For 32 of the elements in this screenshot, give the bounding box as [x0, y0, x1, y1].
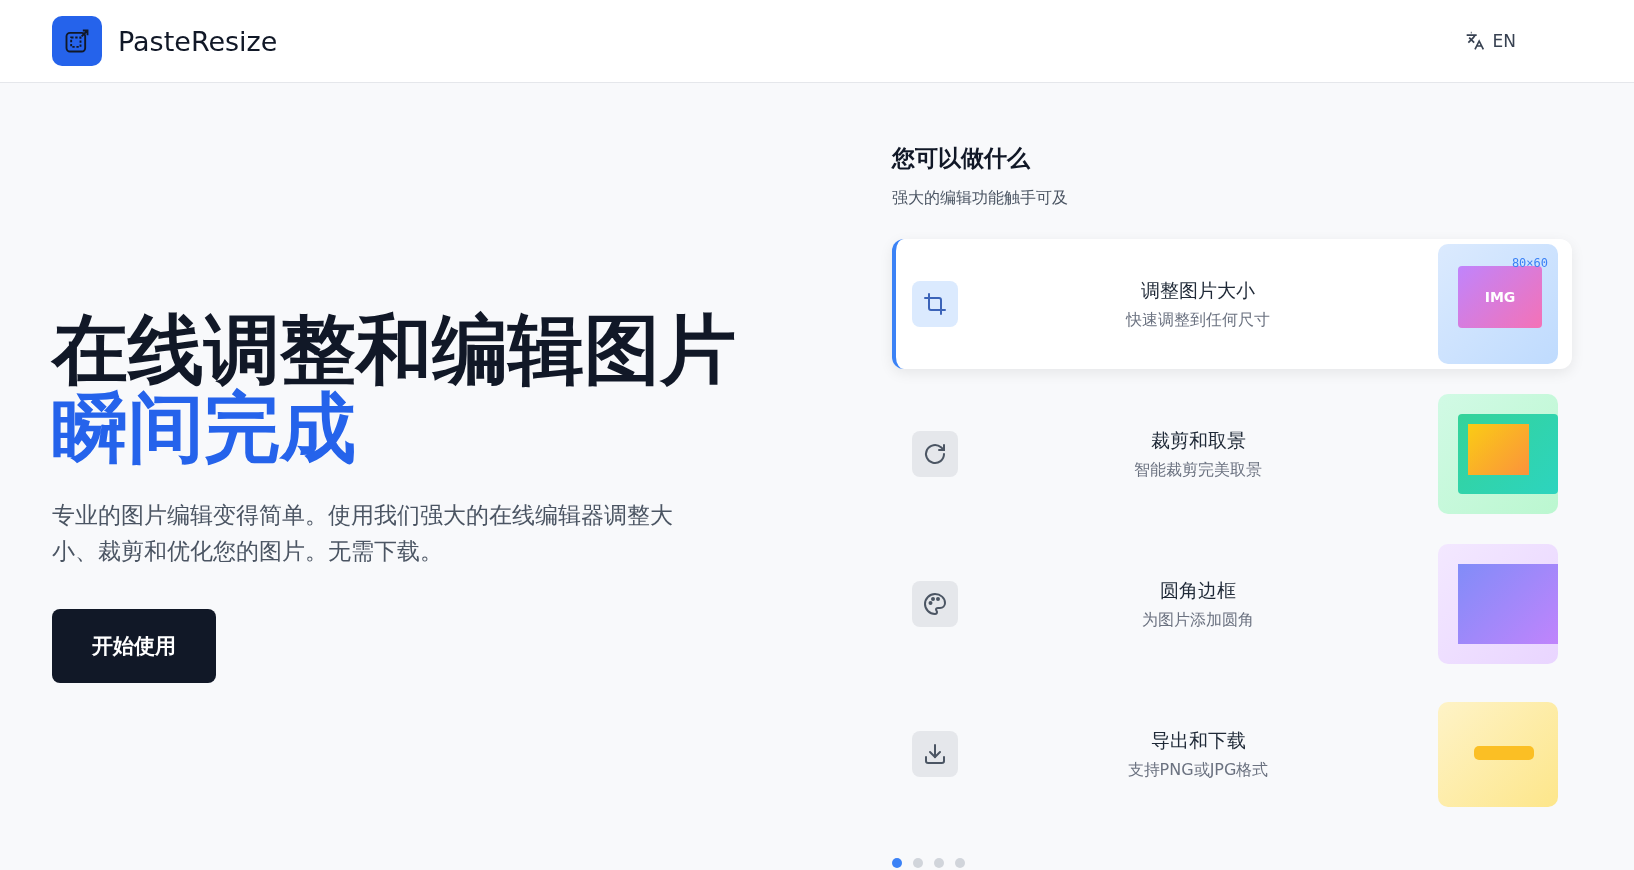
carousel-dot[interactable] — [934, 858, 944, 868]
hero-title: 在线调整和编辑图片 — [52, 310, 737, 389]
feature-subtitle: 支持PNG或JPG格式 — [1127, 759, 1269, 781]
brand-name: PasteResize — [118, 25, 278, 57]
feature-subtitle: 智能裁剪完美取景 — [1134, 459, 1262, 481]
feature-card[interactable]: 导出和下载 支持PNG或JPG格式 — [892, 689, 1572, 819]
crop-area — [1468, 424, 1529, 475]
palette-icon — [923, 592, 947, 616]
crop-icon — [923, 292, 947, 316]
features-heading: 您可以做什么 — [892, 144, 1031, 173]
carousel-dot[interactable] — [955, 858, 965, 868]
language-button[interactable]: EN — [1464, 31, 1516, 51]
hero-description: 专业的图片编辑变得简单。使用我们强大的在线编辑器调整大小、裁剪和优化您的图片。无需下载。 — [52, 500, 674, 566]
feature-title: 圆角边框 — [1160, 577, 1236, 603]
feature-title: 导出和下载 — [1150, 727, 1246, 753]
hero-highlight: 瞬间完成 — [52, 388, 356, 467]
progress-bar — [1474, 745, 1534, 760]
feature-title: 调整图片大小 — [1141, 277, 1255, 303]
image-placeholder: IMG — [1458, 266, 1542, 328]
download-icon — [923, 742, 947, 766]
carousel-dot[interactable] — [892, 858, 902, 868]
feature-title: 裁剪和取景 — [1150, 427, 1246, 453]
translate-icon — [1464, 31, 1485, 51]
feature-subtitle: 为图片添加圆角 — [1142, 609, 1254, 631]
start-button[interactable]: 开始使用 — [52, 608, 216, 683]
feature-card[interactable]: 裁剪和取景 智能裁剪完美取景 — [892, 389, 1572, 519]
feature-subtitle: 快速调整到任何尺寸 — [1126, 309, 1270, 331]
carousel-dot[interactable] — [913, 858, 923, 868]
features-subheading: 强大的编辑功能触手可及 — [892, 188, 1069, 209]
logo-icon — [52, 16, 102, 66]
feature-card[interactable]: 圆角边框 为图片添加圆角 — [892, 539, 1572, 669]
refresh-icon — [923, 442, 947, 466]
